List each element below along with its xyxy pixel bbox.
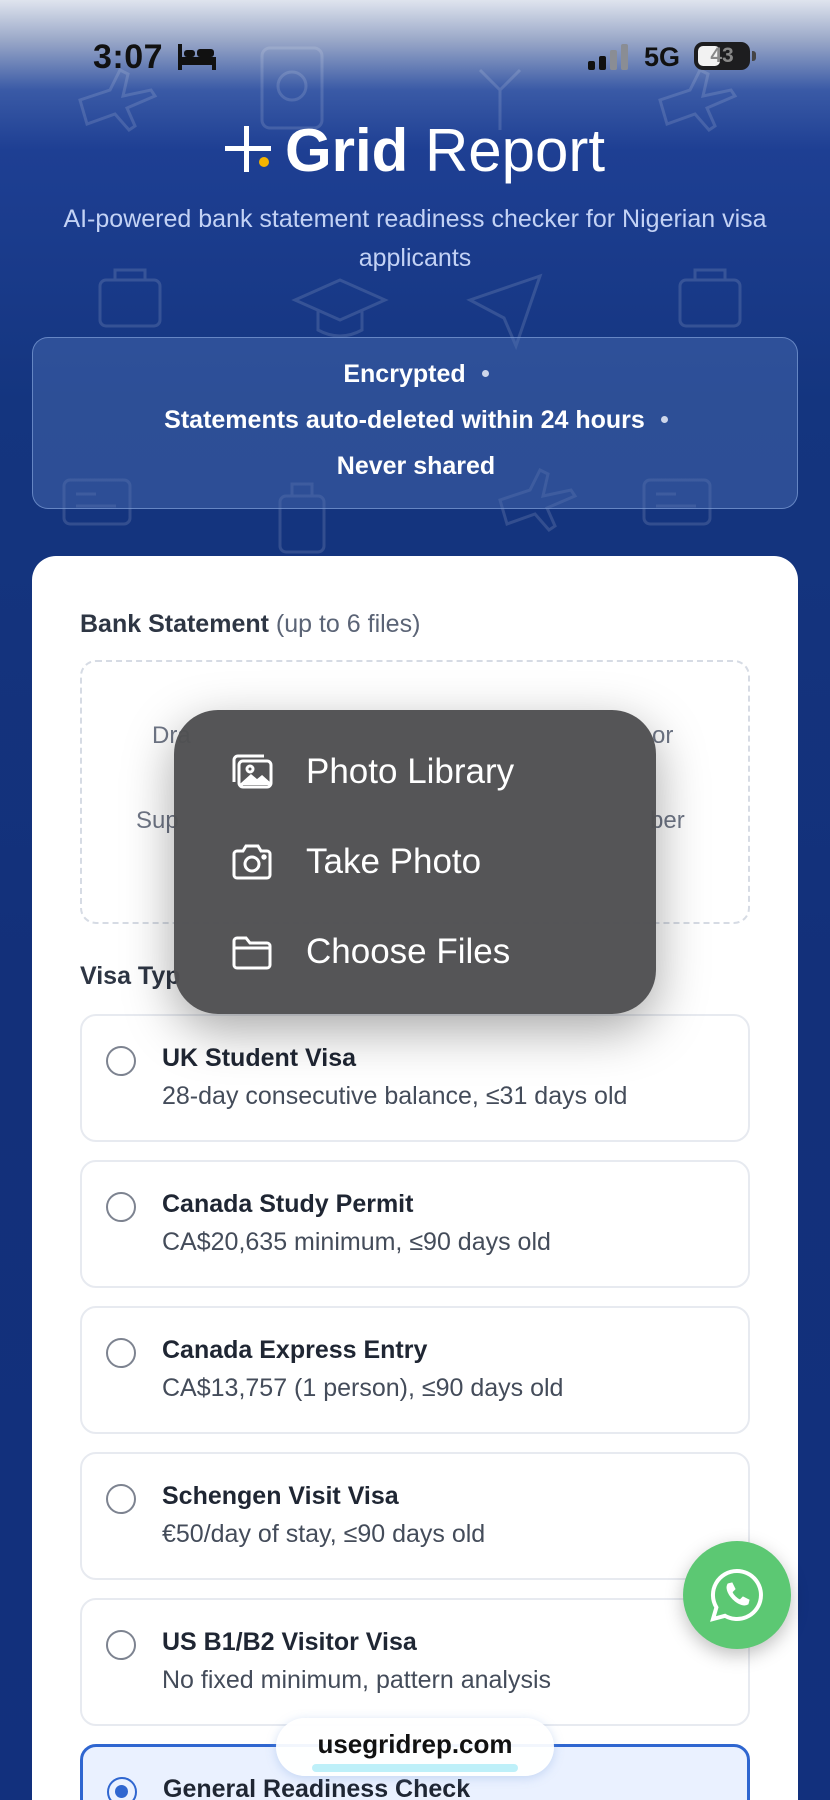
sleep-focus-icon [178, 44, 216, 70]
radio-button[interactable] [106, 1630, 136, 1660]
bullet-dot [481, 369, 489, 377]
radio-button[interactable] [106, 1046, 136, 1076]
battery-tip [752, 51, 756, 61]
visa-option-desc: CA$13,757 (1 person), ≤90 days old [162, 1374, 564, 1402]
visa-option-desc: CA$20,635 minimum, ≤90 days old [162, 1228, 551, 1256]
visa-option-title: General Readiness Check [163, 1775, 471, 1800]
visa-option-uk-student[interactable]: UK Student Visa 28-day consecutive balan… [80, 1014, 750, 1142]
radio-button[interactable] [106, 1484, 136, 1514]
tagline: AI-powered bank statement readiness chec… [63, 205, 767, 272]
network-type: 5G [644, 42, 681, 72]
visa-option-desc: 28-day consecutive balance, ≤31 days old [162, 1082, 628, 1110]
visa-option-title: US B1/B2 Visitor Visa [162, 1628, 417, 1656]
visa-option-us-visitor[interactable]: US B1/B2 Visitor Visa No fixed minimum, … [80, 1598, 750, 1726]
radio-button-selected[interactable] [107, 1777, 137, 1800]
menu-item-choose-files[interactable]: Choose Files [174, 912, 656, 992]
visa-option-desc: No fixed minimum, pattern analysis [162, 1666, 552, 1694]
brand-rest: Report [408, 117, 606, 184]
trust-item: Statements auto-deleted within 24 hours [33, 406, 799, 435]
visa-type-label: Visa Typ [80, 962, 181, 990]
radio-button[interactable] [106, 1192, 136, 1222]
camera-icon [232, 844, 272, 880]
folder-icon [232, 936, 272, 970]
visa-option-title: Schengen Visit Visa [162, 1482, 399, 1510]
brand-bold: Grid [284, 117, 409, 184]
visa-option-title: UK Student Visa [162, 1044, 357, 1072]
visa-option-canada-study[interactable]: Canada Study Permit CA$20,635 minimum, ≤… [80, 1160, 750, 1288]
status-time: 3:07 [93, 38, 164, 76]
menu-item-label: Choose Files [306, 932, 511, 971]
menu-item-take-photo[interactable]: Take Photo [174, 822, 656, 902]
menu-item-photo-library[interactable]: Photo Library [174, 732, 656, 812]
whatsapp-button[interactable] [683, 1541, 791, 1649]
battery-percent: 43 [710, 44, 734, 67]
visa-option-canada-express[interactable]: Canada Express Entry CA$13,757 (1 person… [80, 1306, 750, 1434]
menu-item-label: Photo Library [306, 752, 515, 791]
status-bar: 3:07 5G 43 [0, 0, 830, 110]
file-picker-menu: Photo Library Take Photo Choose Files [174, 710, 656, 1014]
dropzone-hint: Sup [136, 807, 179, 834]
visa-option-title: Canada Express Entry [162, 1336, 428, 1364]
visa-option-schengen[interactable]: Schengen Visit Visa €50/day of stay, ≤90… [80, 1452, 750, 1580]
trust-item: Encrypted [33, 360, 799, 389]
visa-option-title: Canada Study Permit [162, 1190, 414, 1218]
trust-item: Never shared [336, 452, 496, 480]
bank-statement-label: Bank Statement (up to 6 files) [80, 610, 421, 638]
browser-url-pill[interactable]: usegridrep.com [276, 1718, 554, 1776]
whatsapp-icon [710, 1568, 763, 1622]
app-title: Grid Report [0, 116, 830, 185]
grid-logo-icon [224, 126, 271, 173]
menu-item-label: Take Photo [306, 842, 482, 881]
trust-banner: Encrypted Statements auto-deleted within… [32, 337, 798, 509]
cellular-signal-icon [588, 44, 628, 70]
visa-option-desc: €50/day of stay, ≤90 days old [162, 1520, 486, 1548]
bullet-dot [660, 415, 668, 423]
photo-library-icon [232, 754, 273, 789]
radio-button[interactable] [106, 1338, 136, 1368]
battery-icon: 43 [694, 42, 750, 70]
